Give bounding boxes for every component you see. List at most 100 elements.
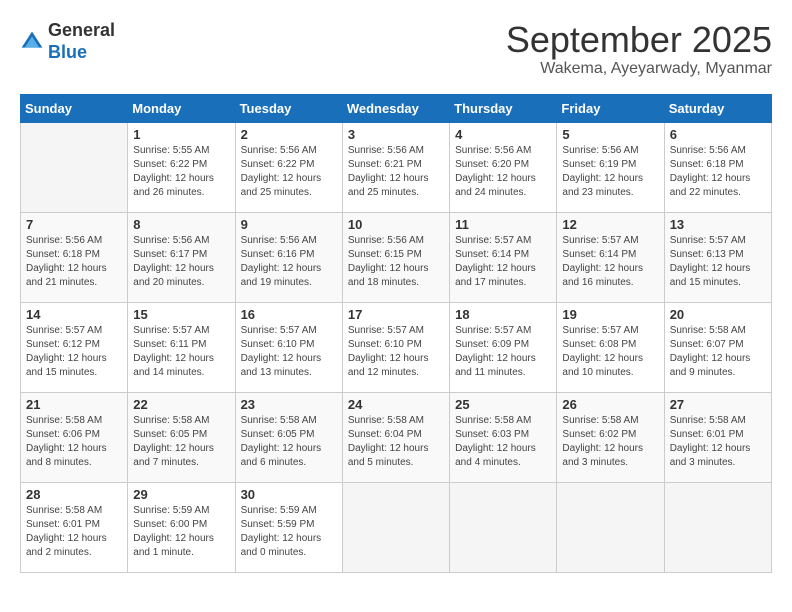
day-info: Sunrise: 5:57 AM Sunset: 6:13 PM Dayligh… [670, 234, 766, 290]
month-title: September 2025 [506, 20, 772, 60]
day-number: 5 [562, 127, 658, 142]
calendar-cell [21, 122, 128, 212]
day-number: 25 [455, 397, 551, 412]
calendar-cell: 5 Sunrise: 5:56 AM Sunset: 6:19 PM Daylig… [557, 122, 664, 212]
day-number: 24 [348, 397, 444, 412]
day-number: 27 [670, 397, 766, 412]
day-info: Sunrise: 5:56 AM Sunset: 6:19 PM Dayligh… [562, 144, 658, 200]
calendar-cell: 3Sunrise: 5:56 AM Sunset: 6:21 PM Daylig… [342, 122, 449, 212]
calendar-cell: 7 Sunrise: 5:56 AM Sunset: 6:18 PM Daylig… [21, 212, 128, 302]
day-info: Sunrise: 5:58 AM Sunset: 6:04 PM Dayligh… [348, 414, 444, 470]
calendar-cell: 25 Sunrise: 5:58 AM Sunset: 6:03 PM Dayli… [450, 392, 557, 482]
logo-icon [20, 30, 44, 54]
day-info: Sunrise: 5:57 AM Sunset: 6:14 PM Dayligh… [562, 234, 658, 290]
day-info: Sunrise: 5:58 AM Sunset: 6:05 PM Dayligh… [241, 414, 337, 470]
day-number: 9 [241, 217, 337, 232]
calendar-cell: 21 Sunrise: 5:58 AM Sunset: 6:06 PM Dayli… [21, 392, 128, 482]
day-info: Sunrise: 5:57 AM Sunset: 6:11 PM Dayligh… [133, 324, 229, 380]
calendar-week-row: 21 Sunrise: 5:58 AM Sunset: 6:06 PM Dayli… [21, 392, 772, 482]
calendar-cell: 14 Sunrise: 5:57 AM Sunset: 6:12 PM Dayli… [21, 302, 128, 392]
location: Wakema, Ayeyarwady, Myanmar [506, 60, 772, 78]
day-number: 1 [133, 127, 229, 142]
calendar-cell: 10Sunrise: 5:56 AM Sunset: 6:15 PM Dayli… [342, 212, 449, 302]
day-number: 6 [670, 127, 766, 142]
day-info: Sunrise: 5:56 AM Sunset: 6:17 PM Dayligh… [133, 234, 229, 290]
day-info: Sunrise: 5:57 AM Sunset: 6:08 PM Dayligh… [562, 324, 658, 380]
title-block: September 2025 Wakema, Ayeyarwady, Myanm… [506, 20, 772, 78]
calendar-cell: 16 Sunrise: 5:57 AM Sunset: 6:10 PM Dayli… [235, 302, 342, 392]
day-info: Sunrise: 5:59 AM Sunset: 5:59 PM Dayligh… [241, 504, 337, 560]
calendar-cell: 6 Sunrise: 5:56 AM Sunset: 6:18 PM Daylig… [664, 122, 771, 212]
calendar-header-row: SundayMondayTuesdayWednesdayThursdayFrid… [21, 94, 772, 122]
day-info: Sunrise: 5:56 AM Sunset: 6:18 PM Dayligh… [670, 144, 766, 200]
col-header-saturday: Saturday [664, 94, 771, 122]
calendar-cell: 8 Sunrise: 5:56 AM Sunset: 6:17 PM Daylig… [128, 212, 235, 302]
calendar-cell: 18 Sunrise: 5:57 AM Sunset: 6:09 PM Dayli… [450, 302, 557, 392]
calendar-cell [557, 482, 664, 572]
day-info: Sunrise: 5:57 AM Sunset: 6:14 PM Dayligh… [455, 234, 551, 290]
day-number: 12 [562, 217, 658, 232]
calendar-cell: 1 Sunrise: 5:55 AM Sunset: 6:22 PM Daylig… [128, 122, 235, 212]
day-info: Sunrise: 5:57 AM Sunset: 6:10 PM Dayligh… [348, 324, 444, 380]
day-info: Sunrise: 5:58 AM Sunset: 6:02 PM Dayligh… [562, 414, 658, 470]
calendar-cell: 15 Sunrise: 5:57 AM Sunset: 6:11 PM Dayli… [128, 302, 235, 392]
col-header-thursday: Thursday [450, 94, 557, 122]
calendar-cell: 22 Sunrise: 5:58 AM Sunset: 6:05 PM Dayli… [128, 392, 235, 482]
day-info: Sunrise: 5:58 AM Sunset: 6:01 PM Dayligh… [670, 414, 766, 470]
day-info: Sunrise: 5:56 AM Sunset: 6:18 PM Dayligh… [26, 234, 122, 290]
day-info: Sunrise: 5:56 AM Sunset: 6:21 PM Dayligh… [348, 144, 444, 200]
day-number: 7 [26, 217, 122, 232]
day-info: Sunrise: 5:58 AM Sunset: 6:07 PM Dayligh… [670, 324, 766, 380]
calendar-cell: 13Sunrise: 5:57 AM Sunset: 6:13 PM Dayli… [664, 212, 771, 302]
calendar-cell: 23 Sunrise: 5:58 AM Sunset: 6:05 PM Dayli… [235, 392, 342, 482]
day-number: 8 [133, 217, 229, 232]
day-number: 20 [670, 307, 766, 322]
calendar-cell: 17Sunrise: 5:57 AM Sunset: 6:10 PM Dayli… [342, 302, 449, 392]
day-number: 21 [26, 397, 122, 412]
day-number: 19 [562, 307, 658, 322]
calendar-cell: 11 Sunrise: 5:57 AM Sunset: 6:14 PM Dayli… [450, 212, 557, 302]
day-info: Sunrise: 5:56 AM Sunset: 6:22 PM Dayligh… [241, 144, 337, 200]
day-number: 4 [455, 127, 551, 142]
day-number: 18 [455, 307, 551, 322]
calendar-cell: 20 Sunrise: 5:58 AM Sunset: 6:07 PM Dayli… [664, 302, 771, 392]
col-header-sunday: Sunday [21, 94, 128, 122]
day-info: Sunrise: 5:58 AM Sunset: 6:05 PM Dayligh… [133, 414, 229, 470]
calendar-cell: 4Sunrise: 5:56 AM Sunset: 6:20 PM Daylig… [450, 122, 557, 212]
calendar-cell: 29Sunrise: 5:59 AM Sunset: 6:00 PM Dayli… [128, 482, 235, 572]
day-number: 22 [133, 397, 229, 412]
day-info: Sunrise: 5:57 AM Sunset: 6:09 PM Dayligh… [455, 324, 551, 380]
calendar-cell: 19 Sunrise: 5:57 AM Sunset: 6:08 PM Dayli… [557, 302, 664, 392]
calendar-week-row: 7 Sunrise: 5:56 AM Sunset: 6:18 PM Daylig… [21, 212, 772, 302]
calendar-week-row: 28 Sunrise: 5:58 AM Sunset: 6:01 PM Dayli… [21, 482, 772, 572]
calendar-cell: 12 Sunrise: 5:57 AM Sunset: 6:14 PM Dayli… [557, 212, 664, 302]
day-info: Sunrise: 5:56 AM Sunset: 6:16 PM Dayligh… [241, 234, 337, 290]
calendar-week-row: 14 Sunrise: 5:57 AM Sunset: 6:12 PM Dayli… [21, 302, 772, 392]
day-number: 16 [241, 307, 337, 322]
day-info: Sunrise: 5:55 AM Sunset: 6:22 PM Dayligh… [133, 144, 229, 200]
calendar-table: SundayMondayTuesdayWednesdayThursdayFrid… [20, 94, 772, 573]
col-header-monday: Monday [128, 94, 235, 122]
day-number: 14 [26, 307, 122, 322]
calendar-cell: 2 Sunrise: 5:56 AM Sunset: 6:22 PM Daylig… [235, 122, 342, 212]
day-number: 11 [455, 217, 551, 232]
day-info: Sunrise: 5:58 AM Sunset: 6:03 PM Dayligh… [455, 414, 551, 470]
day-info: Sunrise: 5:58 AM Sunset: 6:06 PM Dayligh… [26, 414, 122, 470]
col-header-wednesday: Wednesday [342, 94, 449, 122]
day-number: 15 [133, 307, 229, 322]
day-number: 28 [26, 487, 122, 502]
calendar-cell [450, 482, 557, 572]
calendar-week-row: 1 Sunrise: 5:55 AM Sunset: 6:22 PM Daylig… [21, 122, 772, 212]
day-info: Sunrise: 5:57 AM Sunset: 6:12 PM Dayligh… [26, 324, 122, 380]
day-info: Sunrise: 5:58 AM Sunset: 6:01 PM Dayligh… [26, 504, 122, 560]
day-number: 23 [241, 397, 337, 412]
day-number: 2 [241, 127, 337, 142]
day-number: 26 [562, 397, 658, 412]
day-info: Sunrise: 5:59 AM Sunset: 6:00 PM Dayligh… [133, 504, 229, 560]
calendar-cell: 28 Sunrise: 5:58 AM Sunset: 6:01 PM Dayli… [21, 482, 128, 572]
day-number: 10 [348, 217, 444, 232]
calendar-cell: 27 Sunrise: 5:58 AM Sunset: 6:01 PM Dayli… [664, 392, 771, 482]
calendar-cell: 24 Sunrise: 5:58 AM Sunset: 6:04 PM Dayli… [342, 392, 449, 482]
calendar-cell: 9 Sunrise: 5:56 AM Sunset: 6:16 PM Daylig… [235, 212, 342, 302]
day-info: Sunrise: 5:57 AM Sunset: 6:10 PM Dayligh… [241, 324, 337, 380]
